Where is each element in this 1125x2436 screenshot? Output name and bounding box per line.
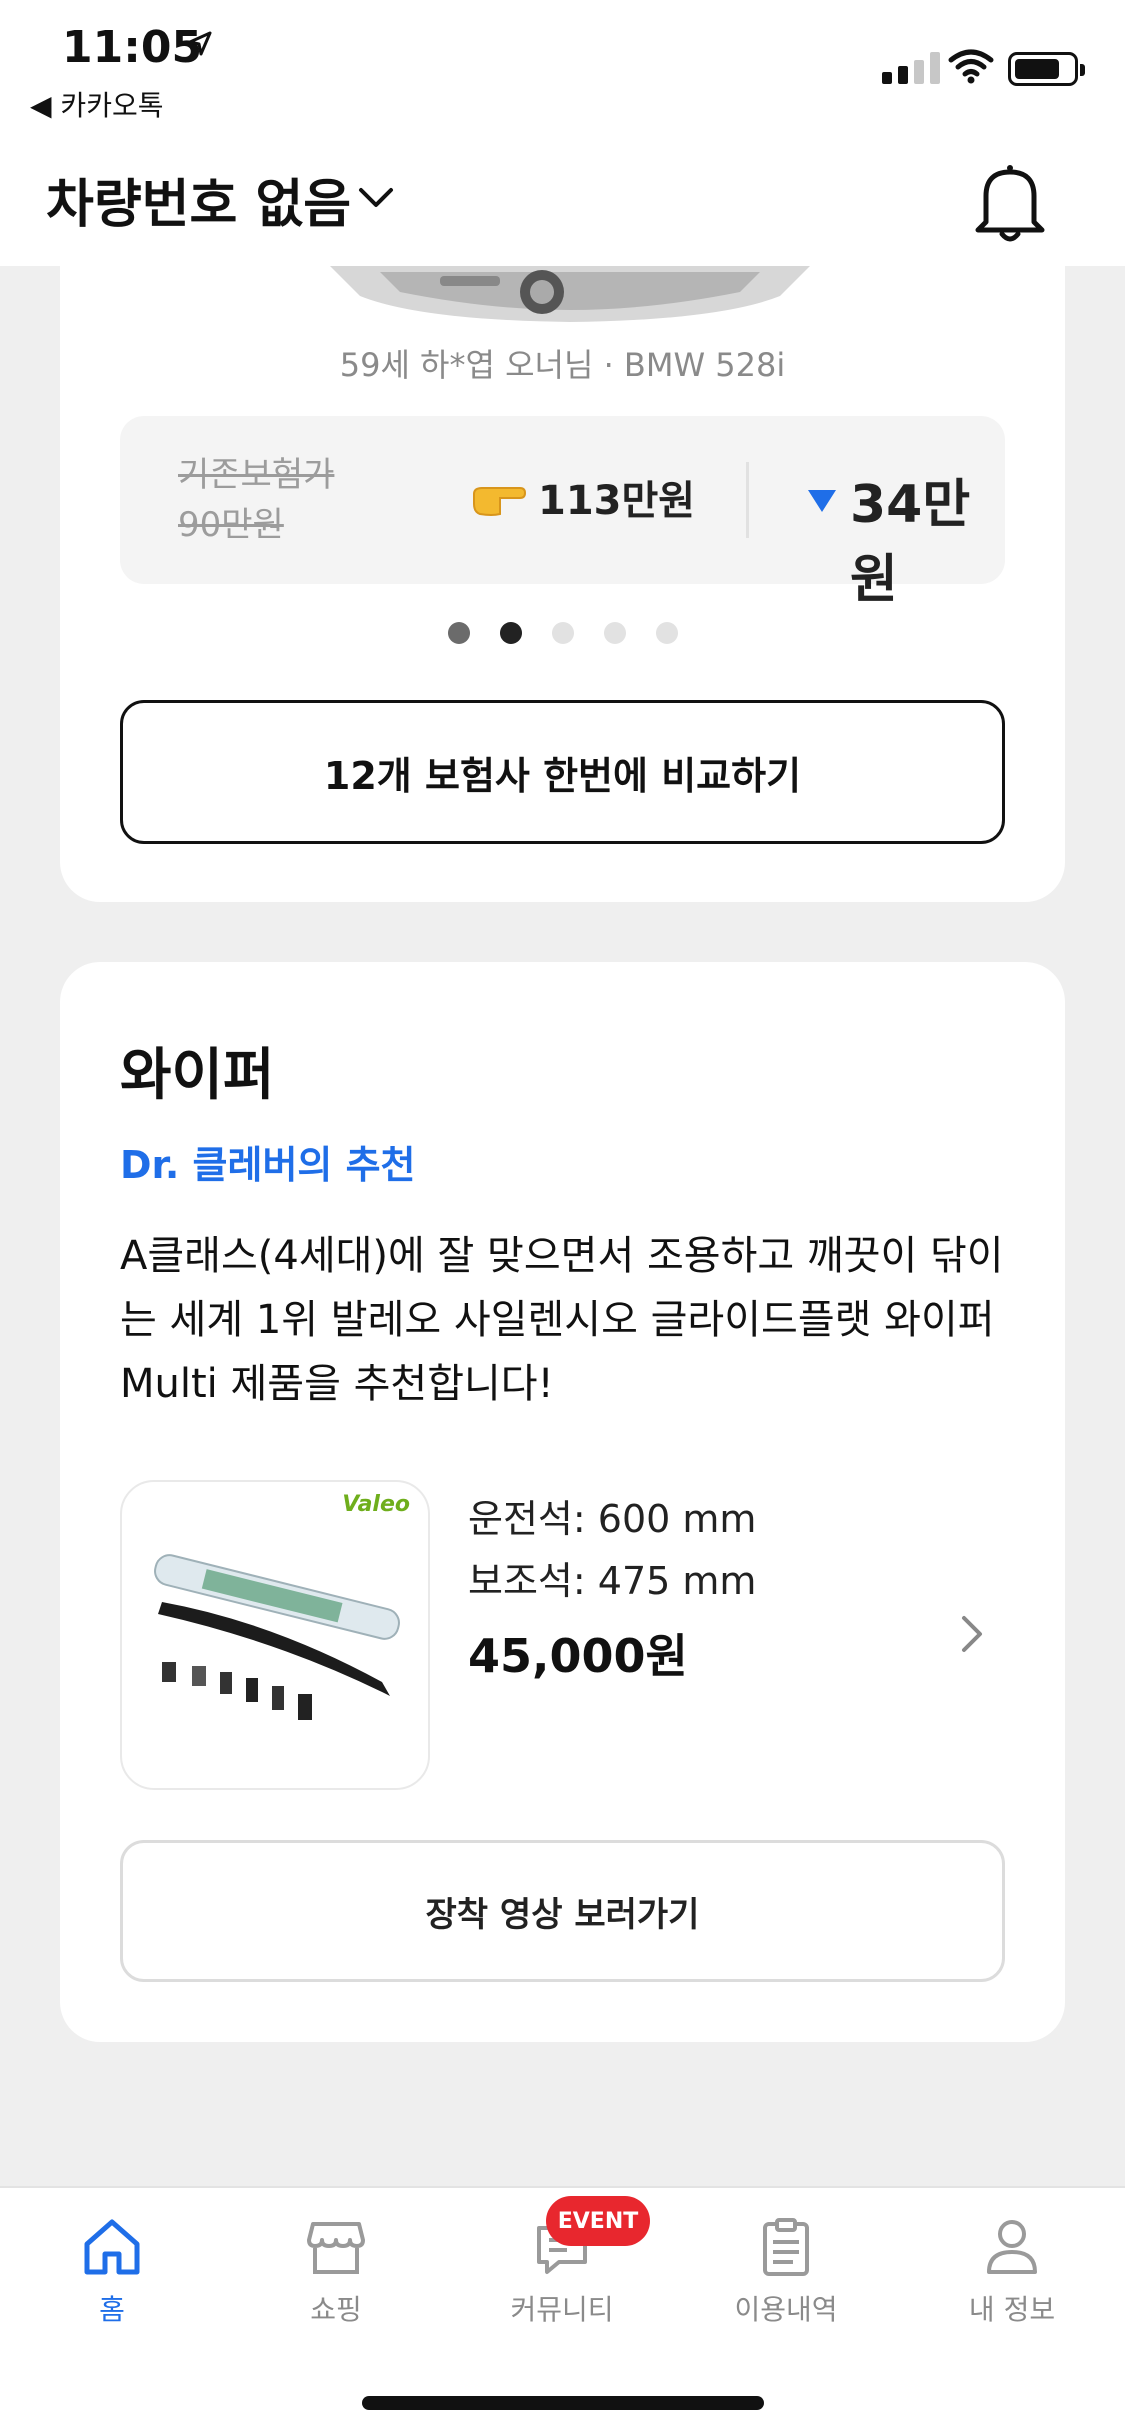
carousel-dot[interactable] <box>551 622 574 644</box>
passenger-side-length: 보조석: 475 mm <box>468 1559 757 1603</box>
person-icon <box>987 2220 1037 2274</box>
carousel-dot[interactable] <box>447 622 470 644</box>
tab-label: 내 정보 <box>968 2293 1056 2326</box>
location-arrow-icon <box>188 31 212 56</box>
wifi-icon <box>948 49 994 84</box>
carousel-dot-active[interactable] <box>499 622 522 644</box>
insurance-carousel-card: 59세 하*엽 오너님 · BMW 528i 기존보험가 90만원 113만원 … <box>60 230 1065 902</box>
product-price: 45,000원 <box>468 1629 688 1683</box>
valeo-logo: Valeo <box>342 1492 410 1517</box>
decrease-triangle-icon <box>808 490 836 512</box>
tab-history[interactable]: 이용내역 <box>706 2214 866 2328</box>
owner-caption: 59세 하*엽 오너님 · BMW 528i <box>339 346 786 384</box>
previous-premium: 기존보험가 90만원 <box>178 455 335 545</box>
carousel-dot[interactable] <box>603 622 626 644</box>
home-icon <box>84 2219 140 2275</box>
event-badge[interactable]: EVENT <box>546 2196 650 2246</box>
app-header: 차량번호 없음 <box>0 140 1125 266</box>
tab-my-info[interactable]: 내 정보 <box>932 2214 1092 2328</box>
notification-bell-icon[interactable] <box>972 160 1048 244</box>
tab-label: 커뮤니티 <box>510 2293 614 2326</box>
new-premium: 113만원 <box>538 478 696 524</box>
pointing-hand-icon <box>473 487 526 516</box>
carousel-dots[interactable] <box>60 622 1065 644</box>
cellular-signal-icon <box>882 52 940 84</box>
divider <box>746 462 749 538</box>
recommendation-label: Dr. 클레버의 추천 <box>120 1143 416 1187</box>
vehicle-selector[interactable]: 차량번호 없음 <box>46 162 351 237</box>
store-icon <box>307 2222 365 2274</box>
status-time: 11:05 <box>62 22 203 73</box>
tab-home[interactable]: 홈 <box>32 2214 192 2328</box>
battery-icon <box>1008 52 1085 86</box>
carousel-dot[interactable] <box>655 622 678 644</box>
driver-side-length: 운전석: 600 mm <box>468 1497 757 1541</box>
section-title: 와이퍼 <box>120 1043 275 1108</box>
saving-amount: 34만원 <box>850 475 971 610</box>
tab-label: 쇼핑 <box>310 2293 362 2326</box>
product-image[interactable]: Valeo <box>120 1480 430 1790</box>
installation-video-button[interactable]: 장착 영상 보러가기 <box>120 1840 1005 1982</box>
price-comparison-box: 기존보험가 90만원 113만원 34만원 <box>120 416 1005 610</box>
product-info[interactable]: 운전석: 600 mm 보조석: 475 mm 45,000원 <box>468 1488 756 1686</box>
tab-label: 이용내역 <box>734 2293 838 2326</box>
chevron-right-icon[interactable] <box>960 1614 984 1654</box>
wiper-recommendation-card: 와이퍼 Dr. 클레버의 추천 A클래스(4세대)에 잘 맞으면서 조용하고 깨… <box>60 962 1065 2042</box>
wiper-illustration <box>154 1554 400 1720</box>
compare-insurers-button[interactable]: 12개 보험사 한번에 비교하기 <box>120 700 1005 844</box>
back-to-app-link[interactable]: ◀ 카카오톡 <box>30 84 163 124</box>
chevron-down-icon[interactable] <box>356 184 396 212</box>
clipboard-icon <box>763 2218 809 2276</box>
recommendation-description: A클래스(4세대)에 잘 맞으면서 조용하고 깨끗이 닦이는 세계 1위 발레오… <box>120 1233 1004 1407</box>
home-indicator[interactable] <box>362 2396 764 2410</box>
status-bar: 11:05 ◀ 카카오톡 <box>0 0 1125 140</box>
tab-shopping[interactable]: 쇼핑 <box>256 2214 416 2328</box>
car-image <box>330 266 810 322</box>
tab-label: 홈 <box>99 2293 125 2326</box>
